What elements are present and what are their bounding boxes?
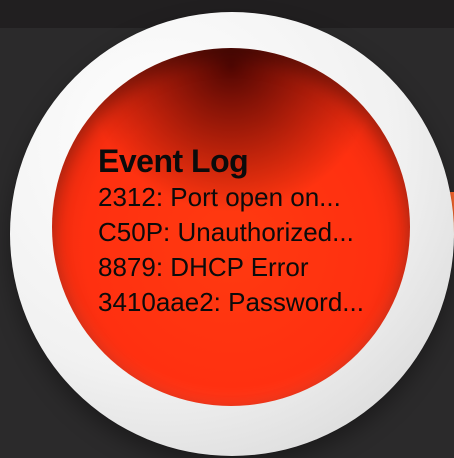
event-log-disc[interactable]: Event Log 2312: Port open on... C50P: Un…: [52, 48, 410, 406]
event-log-entry[interactable]: 3410aae2: Password...: [98, 285, 398, 320]
event-log-title: Event Log: [98, 143, 249, 179]
event-log-entry[interactable]: 2312: Port open on...: [98, 180, 398, 215]
event-log-list: 2312: Port open on... C50P: Unauthorized…: [98, 180, 398, 320]
event-log-entry[interactable]: 8879: DHCP Error: [98, 250, 398, 285]
event-log-entry[interactable]: C50P: Unauthorized...: [98, 215, 398, 250]
event-log-content: Event Log 2312: Port open on... C50P: Un…: [98, 142, 398, 320]
